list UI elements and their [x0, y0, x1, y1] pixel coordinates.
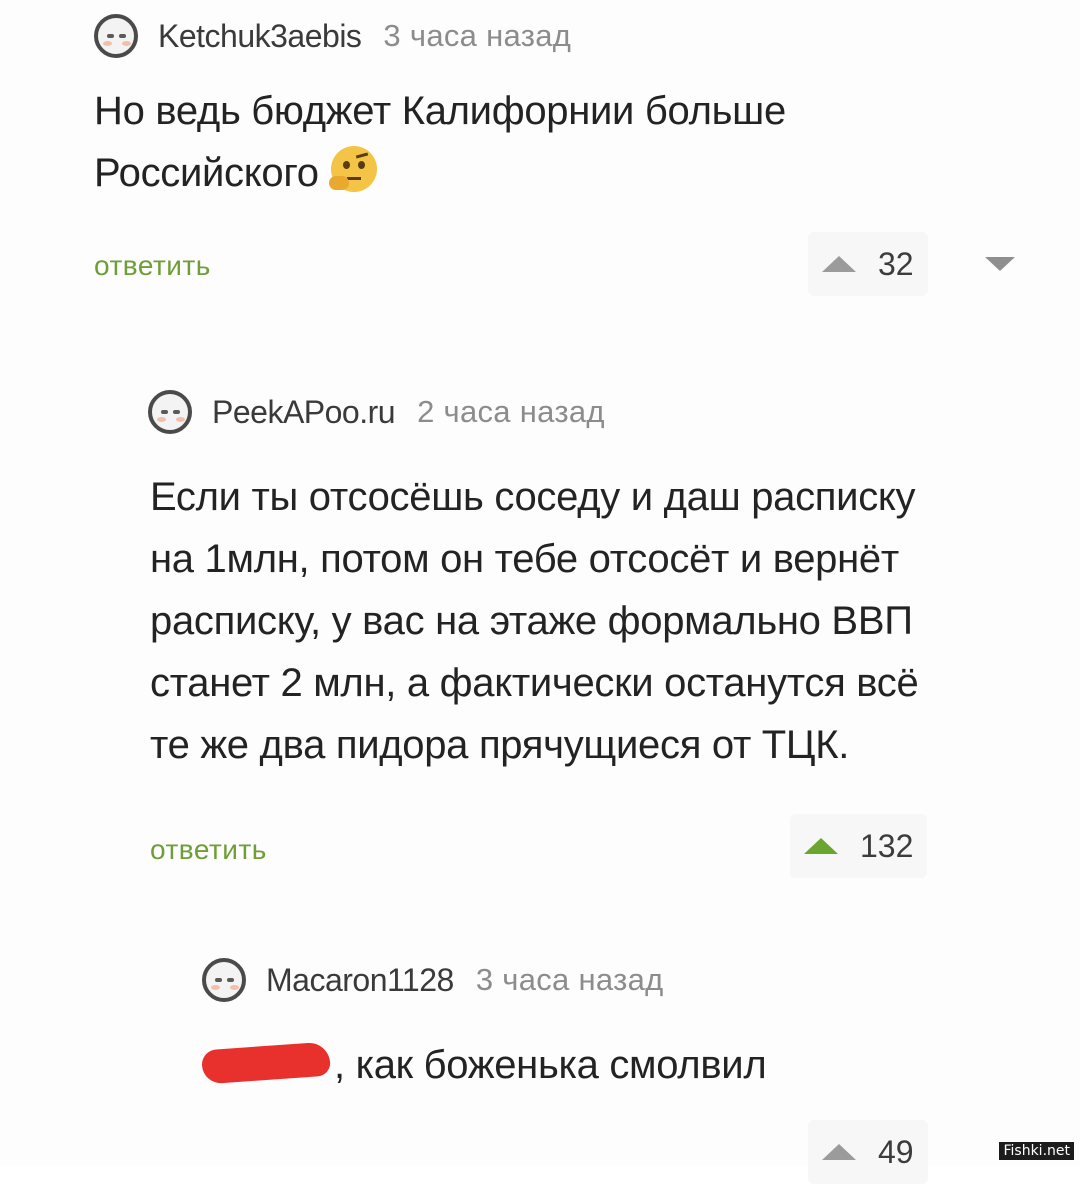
- comment-line: , как боженька смолвил: [334, 1043, 767, 1087]
- watermark: Fishki.net: [999, 1142, 1074, 1160]
- avatar-icon[interactable]: [202, 958, 246, 1002]
- username[interactable]: Ketchuk3aebis: [158, 18, 362, 55]
- downvote-icon[interactable]: [985, 257, 1015, 271]
- redaction-mark: [200, 1041, 332, 1085]
- comment-thread: Ketchuk3aebis 3 часа назад Но ведь бюдже…: [0, 0, 1080, 1184]
- comment-line: расписку, у вас на этаже формально ВВП: [150, 599, 913, 643]
- upvote-icon[interactable]: [804, 838, 838, 854]
- vote-box: 32: [808, 232, 928, 296]
- comment-header: PeekAPoo.ru 2 часа назад: [148, 390, 605, 434]
- upvote-icon[interactable]: [822, 1144, 856, 1160]
- comment-header: Ketchuk3aebis 3 часа назад: [94, 14, 571, 58]
- vote-score: 132: [860, 827, 914, 864]
- comment-header: Macaron1128 3 часа назад: [202, 958, 664, 1002]
- comment-line: те же два пидора прячущиеся от ТЦК.: [150, 723, 850, 767]
- timestamp: 2 часа назад: [417, 394, 605, 429]
- username[interactable]: PeekAPoo.ru: [212, 394, 396, 431]
- comment-text: , как боженька смолвил: [200, 1034, 767, 1096]
- comment-line: станет 2 млн, а фактически останутся всё: [150, 661, 919, 705]
- reply-button[interactable]: ответить: [150, 834, 267, 866]
- comment-text: Но ведь бюджет Калифорнии больше Российс…: [94, 80, 786, 204]
- timestamp: 3 часа назад: [383, 18, 572, 53]
- vote-box: 132: [790, 814, 928, 878]
- upvote-icon[interactable]: [822, 256, 856, 272]
- comment-line: на 1млн, потом он тебе отсосёт и вернёт: [150, 537, 899, 581]
- timestamp: 3 часа назад: [475, 962, 664, 997]
- comment-line: Российского: [94, 151, 319, 195]
- vote-score: 32: [878, 245, 914, 282]
- comment-text: Если ты отсосёшь соседу и даш расписку н…: [150, 466, 919, 776]
- avatar-icon[interactable]: [94, 14, 138, 58]
- comment-line: Если ты отсосёшь соседу и даш расписку: [150, 475, 916, 519]
- vote-score: 49: [878, 1133, 914, 1170]
- username[interactable]: Macaron1128: [266, 962, 454, 999]
- comment-line: Но ведь бюджет Калифорнии больше: [94, 89, 786, 133]
- vote-box: 49: [808, 1120, 928, 1184]
- thinking-face-icon: [328, 146, 377, 192]
- reply-button[interactable]: ответить: [94, 250, 211, 282]
- avatar-icon[interactable]: [148, 390, 192, 434]
